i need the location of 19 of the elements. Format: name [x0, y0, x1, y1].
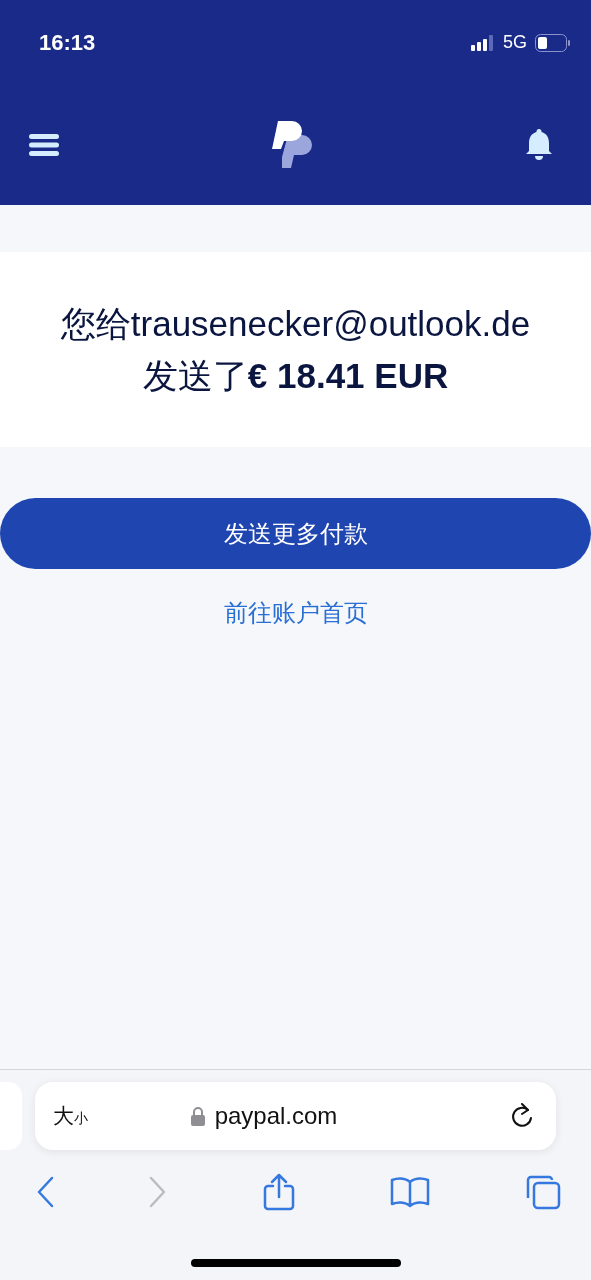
address-bar[interactable]: 大小 paypal.com — [35, 1082, 556, 1150]
battery-icon — [535, 33, 571, 52]
menu-icon[interactable] — [29, 134, 59, 156]
tabs-icon[interactable] — [525, 1174, 561, 1210]
lock-icon — [190, 1106, 205, 1126]
confirmation-message: 您给trausenecker@outlook.de 发送了€ 18.41 EUR — [60, 302, 531, 397]
signal-icon — [471, 34, 495, 51]
share-icon[interactable] — [262, 1173, 295, 1211]
logo-icon — [272, 121, 312, 169]
back-icon[interactable] — [36, 1176, 54, 1208]
send-more-button[interactable]: 发送更多付款 — [0, 498, 591, 569]
network-label: 5G — [503, 32, 527, 53]
account-home-link[interactable]: 前往账户首页 — [223, 597, 368, 629]
url-text: paypal.com — [214, 1102, 338, 1130]
reload-icon[interactable] — [510, 1103, 534, 1129]
notification-bell-icon[interactable] — [525, 129, 553, 161]
text-size-button[interactable]: 大小 — [53, 1102, 88, 1130]
bookmarks-icon[interactable] — [389, 1176, 430, 1208]
status-time: 16:13 — [39, 29, 96, 56]
